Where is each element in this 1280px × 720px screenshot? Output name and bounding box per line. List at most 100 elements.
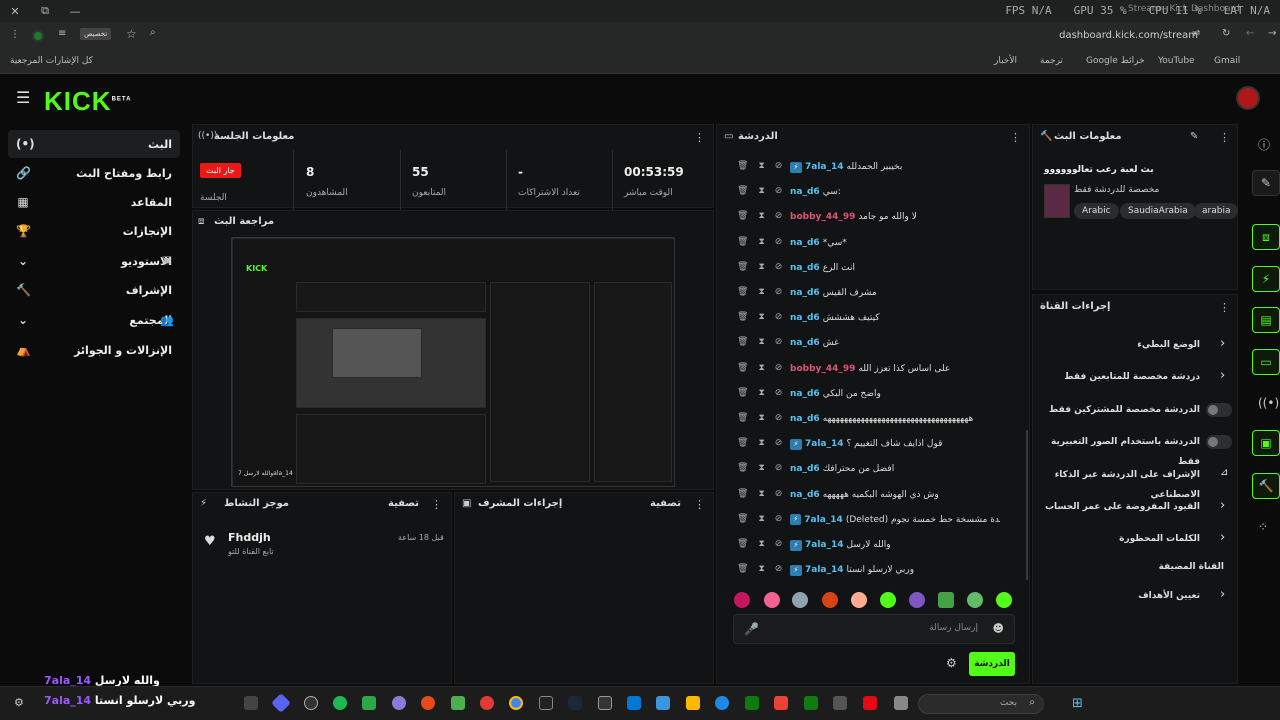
chat-username[interactable]: na_d6 (790, 263, 820, 273)
chat-username[interactable]: bobby_44_99 (790, 364, 855, 374)
chat-username[interactable]: 7ala_14 (804, 515, 843, 525)
chat-input[interactable]: 🎤 إرسال رسالة ☻ (733, 614, 1015, 644)
trash-icon[interactable]: 🗑 (737, 161, 748, 171)
chat-username[interactable]: na_d6 (790, 238, 820, 248)
url-field[interactable]: dashboard.kick.com/stream (1059, 30, 1198, 41)
emote-2[interactable] (764, 592, 780, 608)
bookmark-translate[interactable]: ترجمة (1040, 56, 1063, 66)
activity-filter[interactable]: تصفية (388, 498, 419, 509)
chevron-right-icon[interactable]: › (1220, 336, 1225, 351)
ban-icon[interactable]: ⊘ (775, 539, 783, 549)
timeout-icon[interactable]: ⧗ (758, 539, 764, 549)
bookmark-gmail[interactable]: Gmail (1214, 56, 1240, 66)
tag-saudiarabia[interactable]: SaudiaArabia (1120, 203, 1196, 219)
send-chat-button[interactable]: الدردشة (969, 652, 1015, 676)
spotify-icon[interactable] (333, 696, 347, 710)
stream-info-menu-icon[interactable]: ⋮ (1219, 131, 1230, 144)
task-app-icon[interactable] (598, 696, 612, 710)
close-window-button[interactable]: ✕ (0, 5, 30, 18)
timeout-icon[interactable]: ⧗ (758, 237, 764, 247)
tag-arabic[interactable]: Arabic (1074, 203, 1119, 219)
chevron-right-icon[interactable]: › (1220, 530, 1225, 545)
ban-icon[interactable]: ⊘ (775, 564, 783, 574)
task-app-icon[interactable] (745, 696, 759, 710)
chat-message[interactable]: na_d6 افضل من محترافك (790, 459, 1000, 479)
task-app-icon[interactable] (304, 696, 318, 710)
setting-host-channel[interactable]: القناة المضيفة (1040, 557, 1230, 577)
chat-message[interactable]: bobby_44_99 على اساس كذا تعزز الله (790, 359, 1000, 379)
sidebar-item-stream-key[interactable]: 🔗 رابط ومفتاح البث (8, 159, 180, 187)
menu-dots-icon[interactable]: ⋮ (10, 29, 20, 40)
timeout-icon[interactable]: ⧗ (758, 337, 764, 347)
task-app-icon[interactable] (656, 696, 670, 710)
trash-icon[interactable]: 🗑 (737, 312, 748, 322)
emote-9[interactable] (967, 592, 983, 608)
chat-message[interactable]: ⚡ 7ala_14 قول اذايف شاف التغييم ؟ (790, 434, 1000, 454)
emote-4[interactable] (822, 592, 838, 608)
ban-icon[interactable]: ⊘ (775, 237, 783, 247)
chevron-right-icon[interactable]: › (1220, 498, 1225, 513)
timeout-icon[interactable]: ⧗ (758, 413, 764, 423)
timeout-icon[interactable]: ⧗ (758, 388, 764, 398)
emote-3[interactable] (792, 592, 808, 608)
emote-5[interactable] (851, 592, 867, 608)
sidebar-item-achievements[interactable]: 🏆 الإنجازات (8, 217, 180, 245)
activity-user[interactable]: Fhddjh (228, 531, 271, 544)
timeout-icon[interactable]: ⧗ (758, 489, 764, 499)
stream-preview[interactable]: KICK والله لارسل 7ala_14 (231, 237, 675, 487)
category-thumbnail[interactable] (1044, 184, 1070, 218)
ban-icon[interactable]: ⊘ (775, 413, 783, 423)
chat-username[interactable]: 7ala_14 (805, 540, 844, 550)
edit-icon[interactable]: ✎ (1190, 131, 1198, 142)
timeout-icon[interactable]: ⧗ (758, 211, 764, 221)
subscribers-only-toggle[interactable] (1206, 403, 1232, 417)
bookmark-maps[interactable]: Google خرائط (1086, 56, 1145, 66)
windows-start-icon[interactable]: ⊞ (1072, 696, 1083, 711)
setting-goals[interactable]: تعيين الأهداف (1040, 586, 1230, 606)
timeout-icon[interactable]: ⧗ (758, 438, 764, 448)
task-app-icon[interactable] (421, 696, 435, 710)
timeout-icon[interactable]: ⧗ (758, 161, 764, 171)
task-app-icon[interactable] (627, 696, 641, 710)
minimize-window-button[interactable]: — (60, 5, 90, 18)
channel-actions-menu-icon[interactable]: ⋮ (1219, 301, 1230, 314)
chevron-right-icon[interactable]: › (1220, 587, 1225, 602)
chat-username[interactable]: na_d6 (790, 187, 820, 197)
trash-icon[interactable]: 🗑 (737, 337, 748, 347)
tag-arabia[interactable]: arabia (1194, 203, 1239, 219)
chat-message[interactable]: na_d6 مشرف القيس (790, 283, 1000, 303)
folder-icon[interactable] (686, 696, 700, 710)
ban-icon[interactable]: ⊘ (775, 262, 783, 272)
chat-settings-icon[interactable]: ⚙ (946, 656, 957, 670)
reload-icon[interactable]: ↻ (1222, 28, 1230, 39)
trash-icon[interactable]: 🗑 (737, 489, 748, 499)
chat-username[interactable]: bobby_44_99 (790, 212, 855, 222)
sidebar-item-community[interactable]: ⌄ المجتمع (8, 306, 180, 334)
timeout-icon[interactable]: ⧗ (758, 514, 764, 524)
broadcast-rail-icon[interactable]: ((•)) (1258, 396, 1280, 410)
info-icon[interactable]: ⓘ (1258, 136, 1270, 153)
chat-message[interactable]: na_d6 سي: (790, 182, 1000, 202)
chat-message[interactable]: na_d6 غش (790, 333, 1000, 353)
trash-icon[interactable]: 🗑 (737, 463, 748, 473)
sidebar-item-seats[interactable]: ▦ المقاعد (8, 188, 180, 216)
task-app-icon[interactable] (833, 696, 847, 710)
task-app-icon[interactable] (362, 696, 376, 710)
task-app-icon[interactable] (451, 696, 465, 710)
session-menu-icon[interactable]: ⋮ (694, 131, 705, 144)
site-settings-icon[interactable]: ⇌ (1192, 28, 1200, 39)
tune-icon[interactable]: ≡ (58, 28, 66, 39)
all-bookmarks-link[interactable]: كل الإشارات المرجعية (10, 56, 93, 66)
task-app-icon[interactable] (774, 696, 788, 710)
chat-message[interactable]: bobby_44_99 لا والله مو جامد (790, 207, 1000, 227)
chat-message[interactable]: ⚡ 7ala_14 (Deleted) وحدة مشسخة حط خمسة نجو… (790, 510, 1000, 530)
ban-icon[interactable]: ⊘ (775, 312, 783, 322)
activity-menu-icon[interactable]: ⋮ (431, 498, 442, 511)
chat-message[interactable]: na_d6 انت الرع (790, 258, 1000, 278)
ban-icon[interactable]: ⊘ (775, 388, 783, 398)
mod-rail-button[interactable]: ▣ (1252, 430, 1280, 456)
back-icon[interactable]: → (1268, 28, 1276, 39)
chat-message[interactable]: ⚡ 7ala_14 والله لارسل (790, 535, 1000, 555)
setting-account-age[interactable]: القيود المفروضة على عمر الحساب (1040, 497, 1230, 517)
task-app-icon[interactable] (539, 696, 553, 710)
